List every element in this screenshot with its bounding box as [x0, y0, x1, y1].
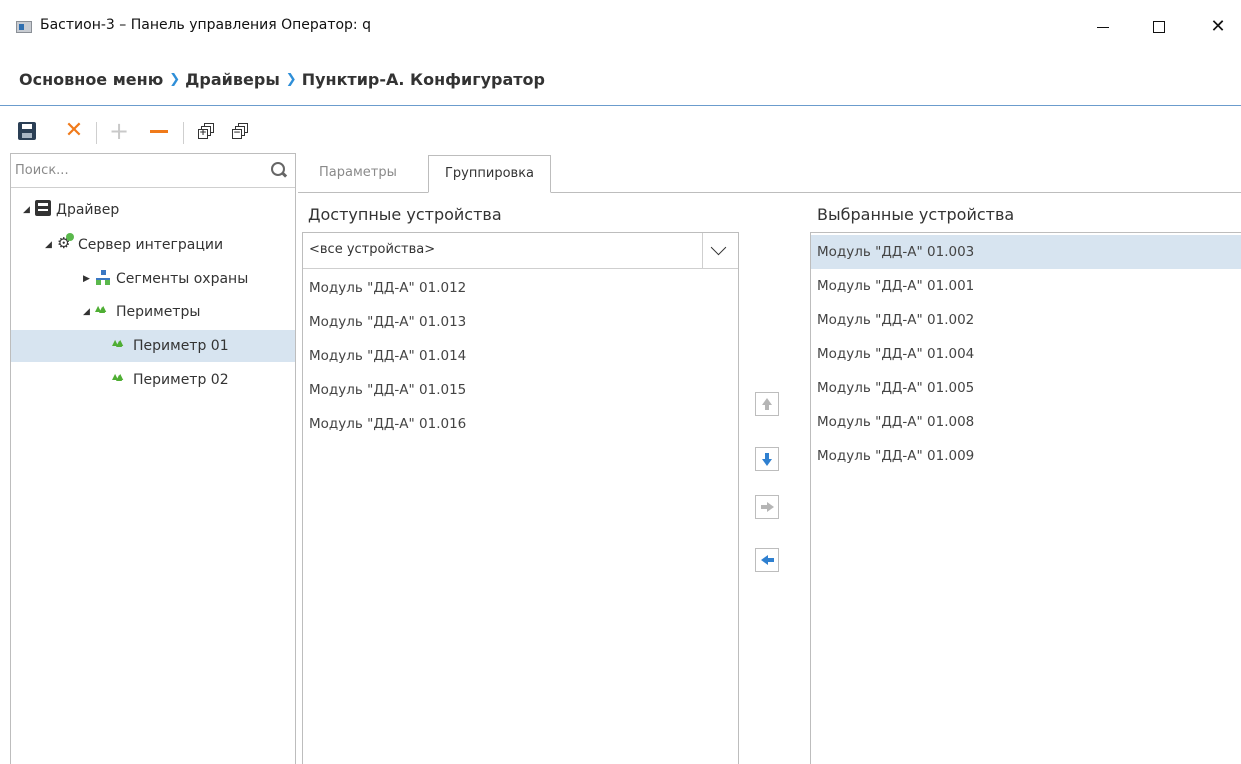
available-devices-list: <все устройства> Модуль "ДД-А" 01.012 Мо…: [302, 232, 739, 764]
breadcrumb-bar: Основное меню ❯ Драйверы ❯ Пунктир-А. Ко…: [0, 54, 1241, 106]
close-icon: ✕: [1210, 16, 1226, 37]
toolbar-divider: [96, 122, 97, 144]
app-icon: [16, 21, 32, 33]
perimeter-icon: [95, 293, 111, 325]
move-down-button[interactable]: [755, 447, 779, 471]
list-item[interactable]: Модуль "ДД-А" 01.004: [811, 337, 1241, 371]
tree-item-label: Периметр 02: [133, 372, 229, 388]
tree-item-perimeter-01[interactable]: Периметр 01: [11, 327, 295, 362]
expand-arrow-icon[interactable]: ◢: [45, 229, 57, 261]
available-devices-title: Доступные устройства: [308, 205, 502, 224]
cancel-icon: ✕: [64, 118, 84, 143]
chevron-down-icon[interactable]: [702, 233, 738, 268]
minimize-icon: [1097, 26, 1109, 28]
tree-item-perimeters[interactable]: ◢ Периметры: [11, 293, 295, 328]
list-item[interactable]: Модуль "ДД-А" 01.003: [811, 235, 1241, 269]
remove-icon: [150, 130, 168, 133]
perimeter-icon: [112, 361, 128, 393]
collapse-all-icon: −: [232, 123, 248, 139]
chevron-right-icon: ❯: [169, 72, 181, 87]
close-button[interactable]: ✕: [1195, 10, 1241, 44]
remove-from-selected-button[interactable]: [755, 548, 779, 572]
breadcrumb-drivers[interactable]: Драйверы: [185, 70, 280, 89]
maximize-icon: [1153, 21, 1165, 33]
list-item[interactable]: Модуль "ДД-А" 01.014: [303, 339, 738, 373]
expand-arrow-icon[interactable]: ◢: [23, 194, 35, 226]
breadcrumb: Основное меню ❯ Драйверы ❯ Пунктир-А. Ко…: [19, 70, 545, 89]
add-to-selected-button[interactable]: [755, 495, 779, 519]
maximize-button[interactable]: [1136, 10, 1182, 44]
list-item[interactable]: Модуль "ДД-А" 01.008: [811, 405, 1241, 439]
chevron-right-icon: ❯: [285, 72, 297, 87]
move-up-button[interactable]: [755, 392, 779, 416]
list-item[interactable]: Модуль "ДД-А" 01.012: [303, 271, 738, 305]
server-icon: [57, 227, 74, 259]
list-item[interactable]: Модуль "ДД-А" 01.005: [811, 371, 1241, 405]
breadcrumb-configurator: Пунктир-А. Конфигуратор: [301, 70, 545, 89]
collapse-arrow-icon[interactable]: ▶: [83, 263, 95, 295]
list-item[interactable]: Модуль "ДД-А" 01.016: [303, 407, 738, 441]
search-input[interactable]: [11, 154, 261, 187]
tree-item-label: Сервер интеграции: [78, 237, 224, 253]
add-icon: +: [108, 117, 130, 145]
save-icon: [18, 122, 36, 140]
segment-icon: [95, 269, 111, 285]
perimeter-icon: [112, 327, 128, 359]
list-item[interactable]: Модуль "ДД-А" 01.001: [811, 269, 1241, 303]
window-title: Бастион-3 – Панель управления Оператор: …: [40, 17, 371, 33]
breadcrumb-main-menu[interactable]: Основное меню: [19, 70, 163, 89]
expand-arrow-icon[interactable]: ◢: [83, 296, 95, 328]
tab-parameters[interactable]: Параметры: [303, 155, 413, 193]
device-filter-dropdown[interactable]: <все устройства>: [303, 233, 738, 269]
tree-item-driver[interactable]: ◢ Драйвер: [11, 194, 295, 226]
tab-grouping[interactable]: Группировка: [428, 155, 552, 193]
list-item[interactable]: Модуль "ДД-А" 01.002: [811, 303, 1241, 337]
collapse-all-button[interactable]: −: [229, 120, 251, 142]
tree-item-label: Периметр 01: [133, 338, 229, 354]
search-box: [11, 154, 295, 188]
list-item[interactable]: Модуль "ДД-А" 01.015: [303, 373, 738, 407]
tree-item-perimeter-02[interactable]: Периметр 02: [11, 361, 295, 396]
tree-item-label: Драйвер: [56, 202, 120, 218]
minimize-button[interactable]: [1080, 10, 1126, 44]
save-button[interactable]: [16, 120, 38, 142]
title-bar: Бастион-3 – Панель управления Оператор: …: [0, 0, 1241, 54]
device-filter-value: <все устройства>: [309, 242, 436, 257]
selected-devices-title: Выбранные устройства: [817, 205, 1015, 224]
tree-panel: ◢ Драйвер ◢ Сервер интеграции ▶ Сегменты ох…: [10, 153, 296, 764]
toolbar: ✕ + + −: [0, 110, 1241, 152]
selected-devices-list: Модуль "ДД-А" 01.003 Модуль "ДД-А" 01.00…: [810, 232, 1241, 764]
tree-item-label: Периметры: [116, 304, 201, 320]
search-icon[interactable]: [271, 162, 287, 178]
tree-item-label: Сегменты охраны: [116, 271, 249, 287]
tree-item-integration-server[interactable]: ◢ Сервер интеграции: [11, 227, 295, 261]
toolbar-divider: [183, 122, 184, 144]
cancel-button[interactable]: ✕: [63, 120, 85, 142]
expand-all-icon: +: [198, 123, 214, 139]
tree-item-security-segments[interactable]: ▶ Сегменты охраны: [11, 263, 295, 295]
remove-button[interactable]: [148, 120, 170, 142]
driver-icon: [35, 200, 51, 216]
expand-all-button[interactable]: +: [195, 120, 217, 142]
add-button[interactable]: +: [108, 117, 130, 145]
list-item[interactable]: Модуль "ДД-А" 01.013: [303, 305, 738, 339]
list-item[interactable]: Модуль "ДД-А" 01.009: [811, 439, 1241, 473]
